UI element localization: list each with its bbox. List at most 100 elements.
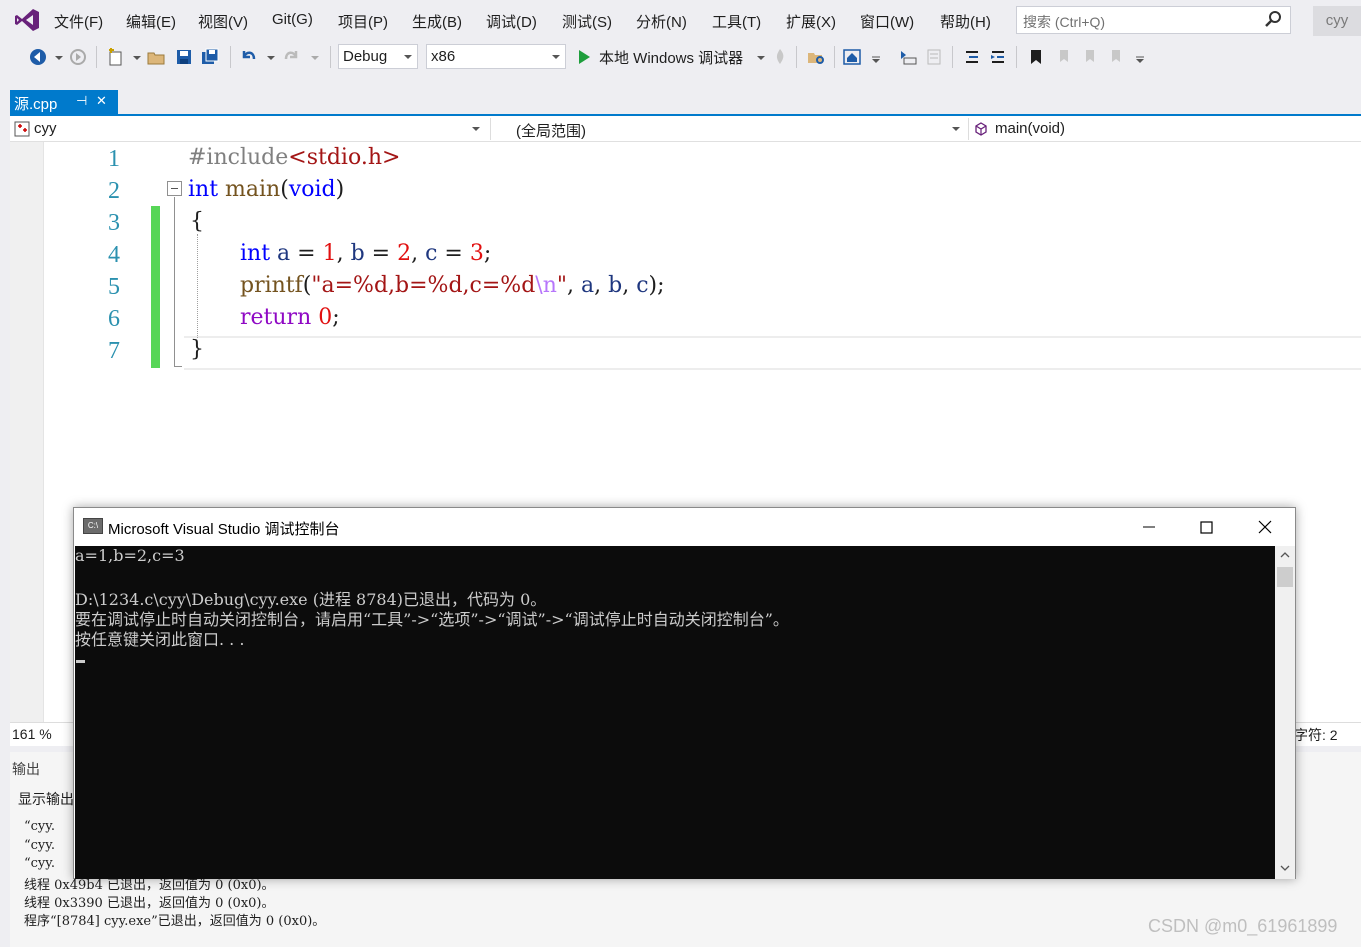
config-value: Debug <box>343 48 388 65</box>
navigation-bar: cyy (全局范围) main(void) <box>10 116 1361 142</box>
search-icon <box>1265 11 1281 27</box>
code-line-7: } <box>190 337 204 362</box>
console-scrollbar[interactable] <box>1275 546 1295 879</box>
uncomment-lines-icon[interactable] <box>988 47 1008 67</box>
output-line: 线程 0x3390 已退出，返回值为 0 (0x0)。 <box>24 896 275 911</box>
menu-file[interactable]: 文件(F) <box>54 11 103 32</box>
line-number: 1 <box>108 146 120 172</box>
editor-gutter <box>10 142 44 722</box>
comment-lines-icon[interactable] <box>962 47 982 67</box>
new-dropdown-icon[interactable] <box>128 47 148 67</box>
tab-source-cpp[interactable]: 源.cpp ⊣ ✕ <box>10 90 118 116</box>
line-number: 5 <box>108 274 120 300</box>
line-number: 7 <box>108 338 120 364</box>
menu-git[interactable]: Git(G) <box>272 11 313 28</box>
console-line: a=1,b=2,c=3 <box>75 546 185 565</box>
output-source-label: 显示输出 <box>18 791 74 807</box>
back-dropdown-icon[interactable] <box>50 47 70 67</box>
watermark: CSDN @m0_61961899 <box>1148 916 1338 936</box>
line-number: 3 <box>108 210 120 236</box>
output-line: “cyy. <box>24 819 56 834</box>
output-line: 程序“[8784] cyy.exe”已退出，返回值为 0 (0x0)。 <box>24 914 326 929</box>
play-icon[interactable] <box>574 47 594 67</box>
previous-bookmark-icon[interactable] <box>1054 47 1074 67</box>
next-bookmark-icon[interactable] <box>1080 47 1100 67</box>
search-box[interactable]: 搜索 (Ctrl+Q) <box>1016 6 1291 34</box>
text-cursor <box>76 660 85 663</box>
menu-view[interactable]: 视图(V) <box>198 11 248 32</box>
output-line: “cyy. <box>24 838 56 853</box>
output-title: 输出 <box>12 761 40 777</box>
clear-bookmarks-icon[interactable] <box>1106 47 1126 67</box>
hot-reload-icon[interactable] <box>770 47 790 67</box>
redo-icon[interactable] <box>282 47 302 67</box>
scope-select[interactable]: (全局范围) <box>490 118 964 140</box>
menu-test[interactable]: 测试(S) <box>562 11 612 32</box>
menu-window[interactable]: 窗口(W) <box>860 11 914 32</box>
maximize-icon[interactable] <box>1194 515 1218 539</box>
menu-analyze[interactable]: 分析(N) <box>636 11 687 32</box>
close-icon[interactable]: ✕ <box>96 93 107 109</box>
scroll-thumb[interactable] <box>1277 567 1293 587</box>
new-item-icon[interactable] <box>106 47 126 67</box>
zoom-level[interactable]: 161 % <box>12 726 52 742</box>
menu-build[interactable]: 生成(B) <box>412 11 462 32</box>
redo-dropdown-icon[interactable] <box>306 47 326 67</box>
change-tracking-bar <box>151 206 160 368</box>
menu-project[interactable]: 项目(P) <box>338 11 388 32</box>
debug-console-window[interactable]: C:\ Microsoft Visual Studio 调试控制台 a=1,b=… <box>73 507 1296 879</box>
menu-bar: 文件(F) 编辑(E) 视图(V) Git(G) 项目(P) 生成(B) 调试(… <box>0 0 1361 40</box>
step-over-icon[interactable] <box>924 47 944 67</box>
save-icon[interactable] <box>174 47 194 67</box>
config-select[interactable]: Debug <box>338 44 418 69</box>
indent-guide <box>197 234 198 338</box>
console-title: Microsoft Visual Studio 调试控制台 <box>108 521 340 538</box>
pin-icon[interactable]: ⊣ <box>76 93 87 109</box>
console-app-icon: C:\ <box>83 518 103 534</box>
menu-edit[interactable]: 编辑(E) <box>126 11 176 32</box>
undo-dropdown-icon[interactable] <box>262 47 282 67</box>
run-debugger-button[interactable]: 本地 Windows 调试器 <box>599 47 743 68</box>
forward-icon[interactable] <box>68 47 88 67</box>
menu-tools[interactable]: 工具(T) <box>712 11 761 32</box>
document-tabs: 源.cpp ⊣ ✕ <box>0 88 1361 116</box>
code-line-1: #include<stdio.h> <box>188 145 401 170</box>
project-select[interactable]: cyy <box>12 118 484 140</box>
menu-debug[interactable]: 调试(D) <box>486 11 537 32</box>
function-cube-icon <box>975 122 987 136</box>
step-into-icon[interactable] <box>898 47 918 67</box>
close-icon[interactable] <box>1253 515 1277 539</box>
console-output[interactable]: a=1,b=2,c=3 D:\1234.c\cyy\Debug\cyy.exe … <box>75 546 1275 879</box>
scope-name: (全局范围) <box>516 123 586 140</box>
undo-icon[interactable] <box>238 47 258 67</box>
chevron-down-icon <box>552 55 560 59</box>
line-number: 6 <box>108 306 120 332</box>
menu-help[interactable]: 帮助(H) <box>940 11 991 32</box>
account-button[interactable]: cyy <box>1313 6 1361 36</box>
back-icon[interactable] <box>28 47 48 67</box>
tab-filename: 源.cpp <box>14 96 58 113</box>
menu-extensions[interactable]: 扩展(X) <box>786 11 836 32</box>
run-dropdown-icon[interactable] <box>752 47 772 67</box>
output-line: “cyy. <box>24 856 56 871</box>
minimize-icon[interactable] <box>1137 515 1161 539</box>
home-icon[interactable] <box>842 47 862 67</box>
code-line-5: printf("a=%d,b=%d,c=%d\n", a, b, c); <box>240 273 665 298</box>
code-line-4: int a = 1, b = 2, c = 3; <box>240 241 492 266</box>
chevron-down-icon <box>404 55 412 59</box>
project-icon <box>14 121 30 137</box>
scroll-up-icon[interactable] <box>1279 550 1291 560</box>
collapse-icon[interactable] <box>167 181 182 196</box>
toolbar-options-icon[interactable] <box>1130 47 1150 67</box>
bookmark-icon[interactable] <box>1026 47 1046 67</box>
project-name: cyy <box>34 120 57 137</box>
find-in-files-icon[interactable] <box>806 47 826 67</box>
open-folder-icon[interactable] <box>146 47 166 67</box>
platform-select[interactable]: x86 <box>426 44 566 69</box>
member-select[interactable]: main(void) <box>968 118 1361 140</box>
scroll-down-icon[interactable] <box>1279 863 1291 873</box>
visual-studio-logo-icon <box>15 9 39 31</box>
toolbar-overflow-icon[interactable] <box>866 47 886 67</box>
search-placeholder: 搜索 (Ctrl+Q) <box>1023 14 1106 30</box>
save-all-icon[interactable] <box>200 47 220 67</box>
